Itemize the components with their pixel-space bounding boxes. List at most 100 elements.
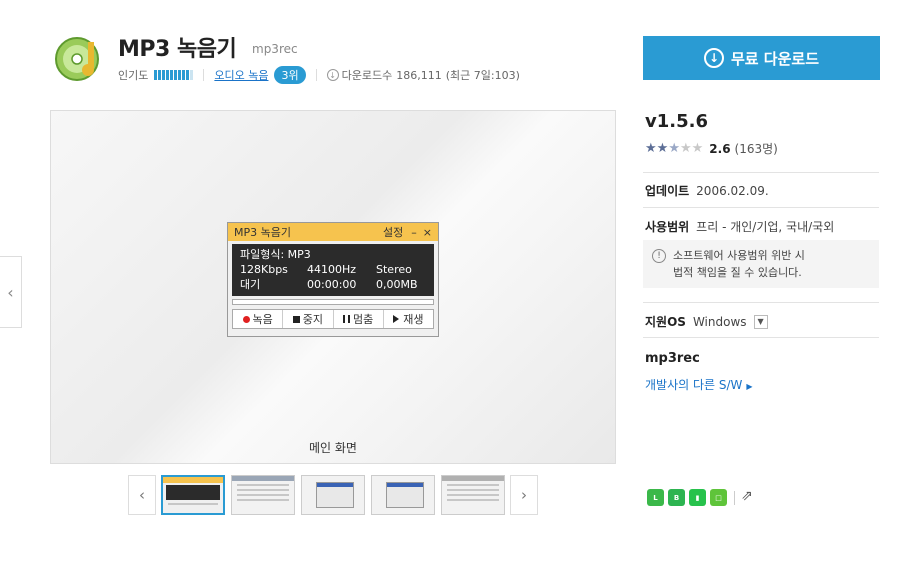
license-label: 사용범위: [645, 220, 690, 234]
app-title: MP3 녹음기: [118, 37, 237, 62]
app-subtitle: mp3rec: [252, 42, 298, 56]
version: v1.5.6: [645, 111, 708, 132]
free-download-button[interactable]: ↓ 무료 다운로드: [643, 36, 880, 80]
player-settings: 설정: [383, 226, 404, 239]
update-value: 2006.02.09.: [696, 183, 769, 198]
os-dropdown-icon[interactable]: ▼: [753, 314, 768, 329]
channels: Stereo: [376, 263, 412, 276]
download-count-icon: ↓: [326, 69, 339, 81]
minimize-icon: –: [411, 225, 417, 239]
license-value: 프리 - 개인/기업, 국내/국외: [696, 220, 835, 234]
thumbs-prev-button[interactable]: ‹: [128, 475, 156, 515]
line-share-icon[interactable]: L: [647, 489, 664, 506]
player-titlebar: MP3 녹음기 설정 – ×: [228, 223, 438, 241]
thumbnail-2[interactable]: [231, 475, 295, 515]
developer-name: mp3rec: [645, 351, 700, 366]
divider: [643, 302, 879, 303]
divider: [643, 337, 879, 338]
popularity-segment: [166, 70, 170, 80]
popularity-segment: [174, 70, 178, 80]
info-icon: !: [652, 249, 666, 263]
popularity-segment: [154, 70, 158, 80]
category-link[interactable]: 오디오 녹음: [214, 67, 268, 83]
record-button: 녹음: [233, 310, 284, 328]
developer-link-label: 개발사의 다른 S/W: [645, 378, 743, 392]
downloads-recent: (최근 7일:103): [445, 69, 520, 82]
license-notice: ! 소프트웨어 사용범위 위반 시 법적 책임을 질 수 있습니다.: [643, 240, 879, 288]
os-label: 지원OS: [645, 315, 686, 329]
screenshot-prev-arrow[interactable]: ‹: [0, 256, 22, 328]
thumbnail-4[interactable]: [371, 475, 435, 515]
divider: [315, 69, 317, 81]
license-row: 사용범위 프리 - 개인/기업, 국내/국외: [645, 218, 834, 235]
thumbnail-1[interactable]: [161, 475, 225, 515]
stop-label: 중지: [302, 313, 323, 326]
player-display: 파일형식: MP3 128Kbps 44100Hz Stereo 대기 00:0…: [232, 244, 434, 296]
size: 0,00MB: [376, 278, 418, 291]
thumbnail-3[interactable]: [301, 475, 365, 515]
band-share-icon[interactable]: B: [668, 489, 685, 506]
app-icon: [55, 37, 99, 81]
player-title: MP3 녹음기: [234, 226, 291, 239]
rating-score: 2.6: [709, 141, 731, 156]
notice-line-1: 소프트웨어 사용범위 위반 시: [673, 249, 805, 262]
rank-badge: 3위: [274, 66, 306, 84]
format-line: 파일형식: MP3: [240, 248, 311, 261]
stop-button: 중지: [283, 310, 334, 328]
player-progress: [232, 299, 434, 305]
record-icon: [242, 315, 250, 323]
play-label: 재생: [403, 313, 424, 326]
stars-filled: ★★: [645, 141, 669, 156]
screenshot-caption: 메인 화면: [309, 441, 357, 455]
thumbs-next-button[interactable]: ›: [510, 475, 538, 515]
time: 00:00:00: [307, 278, 357, 291]
popularity-bar: [154, 70, 194, 80]
play-button: 재생: [384, 310, 433, 328]
divider: [643, 172, 879, 173]
record-label: 녹음: [252, 313, 273, 326]
divider: [734, 491, 735, 505]
update-row: 업데이트 2006.02.09.: [645, 182, 769, 199]
share-icon[interactable]: ⇗: [741, 488, 759, 506]
rating-count: (163명): [734, 142, 778, 156]
os-value: Windows: [692, 314, 747, 329]
download-button-label: 무료 다운로드: [730, 49, 820, 68]
memo-share-icon[interactable]: □: [710, 489, 727, 506]
pause-label: 멈춤: [353, 313, 374, 326]
popularity-segment: [190, 70, 194, 80]
popularity-segment: [162, 70, 166, 80]
pause-icon: [343, 315, 350, 323]
stop-icon: [292, 315, 300, 323]
status: 대기: [240, 278, 261, 291]
popularity-segment: [170, 70, 174, 80]
notice-line-2: 법적 책임을 질 수 있습니다.: [673, 266, 802, 279]
download-icon: ↓: [703, 48, 724, 68]
divider: [203, 69, 205, 81]
player-window: MP3 녹음기 설정 – × 파일형식: MP3 128Kbps 44100Hz…: [227, 222, 439, 337]
update-label: 업데이트: [645, 184, 690, 198]
play-icon: [393, 315, 400, 323]
pause-button: 멈춤: [334, 310, 384, 328]
arrow-right-icon: ▶: [746, 382, 753, 391]
rating-stars-icon: ★★★★★: [645, 141, 703, 156]
player-controls: 녹음 중지 멈춤 재생: [232, 309, 434, 329]
meta-row: 인기도 오디오 녹음 3위 ↓ 다운로드수 186,111 (최근 7일:103…: [118, 66, 520, 84]
downloads-value: 186,111: [396, 68, 442, 82]
popularity-segment: [182, 70, 186, 80]
bitrate: 128Kbps: [240, 263, 288, 276]
popularity-label: 인기도: [118, 69, 149, 82]
screenshot-viewer: MP3 녹음기 설정 – × 파일형식: MP3 128Kbps 44100Hz…: [50, 110, 616, 464]
bookmark-share-icon[interactable]: ▮: [689, 489, 706, 506]
developer-other-software-link[interactable]: 개발사의 다른 S/W ▶: [645, 376, 753, 393]
samplerate: 44100Hz: [307, 263, 357, 276]
rating: ★★★★★ 2.6 (163명): [645, 140, 778, 157]
stars-half: ★: [668, 141, 680, 156]
stars-empty: ★★: [679, 141, 704, 156]
popularity-segment: [158, 70, 162, 80]
popularity-segment: [186, 70, 190, 80]
thumbnail-5[interactable]: [441, 475, 505, 515]
divider: [643, 207, 879, 208]
popularity-segment: [178, 70, 182, 80]
os-row: 지원OS Windows ▼: [645, 313, 768, 330]
close-icon: ×: [422, 225, 432, 239]
